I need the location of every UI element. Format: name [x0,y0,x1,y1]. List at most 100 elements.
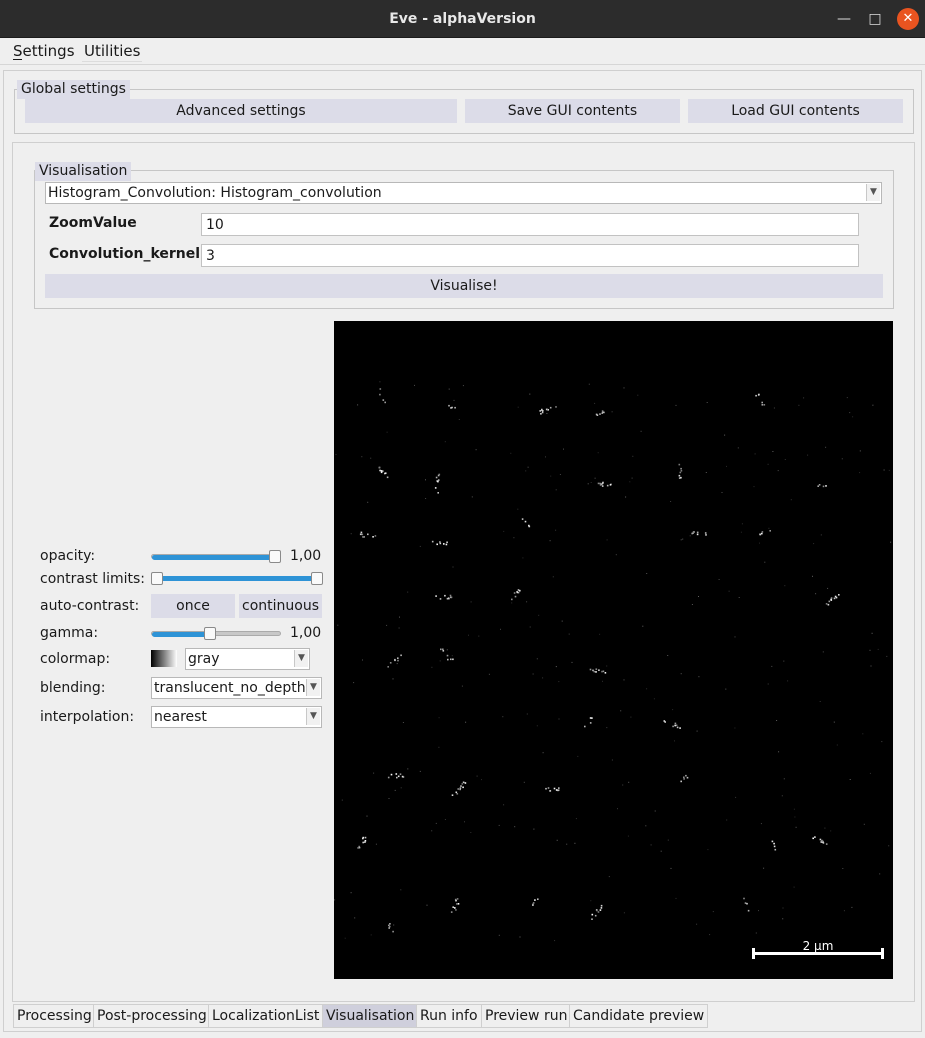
opacity-slider-handle[interactable] [269,550,281,563]
background-speckle [682,538,684,540]
background-speckle [503,804,505,806]
tab-post-processing[interactable]: Post-processing [93,1004,211,1028]
background-speckle [597,452,599,454]
opacity-slider[interactable] [151,554,281,560]
background-speckle [852,416,854,418]
localization-point [747,909,750,912]
method-select[interactable]: Histogram_Convolution: Histogram_convolu… [45,182,882,204]
background-speckle [760,823,762,825]
save-gui-button[interactable]: Save GUI contents [465,99,680,123]
background-speckle [558,718,560,720]
background-speckle [470,601,472,603]
localization-point [539,410,541,412]
background-speckle [399,616,400,618]
localization-point [358,845,360,848]
background-speckle [859,450,861,452]
background-speckle [587,483,589,485]
background-speckle [803,397,805,399]
background-speckle [563,448,564,450]
background-speckle [341,799,343,801]
tab-localization-list[interactable]: LocalizationList [208,1004,324,1028]
background-speckle [606,727,608,729]
background-speckle [617,808,618,810]
localization-point [517,589,520,591]
localization-point [705,534,707,536]
tab-preview-run[interactable]: Preview run [481,1004,572,1028]
zoom-value-input[interactable]: 10 [201,213,859,236]
background-speckle [763,867,765,869]
image-viewer[interactable]: 2 µm [334,321,893,979]
localization-point [678,474,681,477]
blending-select[interactable]: translucent_no_depth ▼ [151,677,322,699]
localization-point [389,923,391,925]
contrast-low-handle[interactable] [151,572,163,585]
localization-point [819,838,822,841]
background-speckle [478,635,480,637]
localization-point [761,401,763,404]
visualise-button[interactable]: Visualise! [45,274,883,298]
background-speckle [830,830,832,832]
localization-point [545,787,547,790]
background-speckle [654,810,656,812]
background-speckle [680,673,682,675]
tab-visualisation[interactable]: Visualisation [322,1004,419,1028]
background-speckle [706,402,708,403]
tab-run-info[interactable]: Run info [416,1004,482,1028]
convolution-kernel-input[interactable]: 3 [201,244,859,267]
localization-point [456,903,458,905]
tab-processing[interactable]: Processing [13,1004,96,1028]
background-speckle [465,721,467,723]
localization-point [600,907,603,909]
background-speckle [425,498,427,499]
background-speckle [872,404,874,406]
tab-candidate-preview[interactable]: Candidate preview [569,1004,709,1028]
background-speckle [470,832,472,833]
opacity-slider-fill [152,555,276,560]
background-speckle [712,911,714,913]
background-speckle [396,663,398,665]
blending-select-value: translucent_no_depth [154,680,306,696]
background-speckle [772,451,774,452]
background-speckle [863,823,865,825]
gamma-slider-fill [152,632,212,637]
background-speckle [435,822,437,824]
background-speckle [886,655,888,657]
background-speckle [568,633,570,635]
localization-point [541,411,544,414]
close-icon[interactable]: ✕ [897,8,919,30]
minimize-icon[interactable]: — [833,8,855,30]
background-speckle [767,463,769,465]
gamma-slider-handle[interactable] [204,627,217,640]
interpolation-select[interactable]: nearest ▼ [151,706,322,728]
background-speckle [334,899,336,901]
auto-contrast-continuous-button[interactable]: continuous [239,594,322,618]
load-gui-button[interactable]: Load GUI contents [688,99,903,123]
localization-point [604,672,607,674]
advanced-settings-button[interactable]: Advanced settings [25,99,457,123]
localization-point [446,654,449,657]
background-speckle [350,533,352,535]
background-speckle [549,540,551,542]
background-speckle [764,561,766,563]
gamma-value: 1,00 [290,625,322,641]
colormap-select[interactable]: gray ▼ [185,648,310,670]
localization-point [402,776,405,778]
maximize-icon[interactable]: □ [864,8,886,30]
background-speckle [851,906,853,908]
localization-point [437,492,439,494]
auto-contrast-once-button[interactable]: once [151,594,235,618]
background-speckle [361,456,363,458]
localization-point [455,909,457,911]
background-speckle [670,501,672,502]
localization-point [609,484,612,486]
chevron-down-icon: ▼ [306,679,320,696]
localization-point [761,532,763,535]
background-speckle [689,535,691,537]
menu-utilities[interactable]: Utilities [82,40,143,62]
contrast-limits-slider[interactable] [156,576,318,581]
localization-point [363,841,366,843]
background-speckle [782,918,784,920]
background-speckle [462,385,464,387]
background-speckle [545,456,546,458]
contrast-high-handle[interactable] [311,572,323,585]
